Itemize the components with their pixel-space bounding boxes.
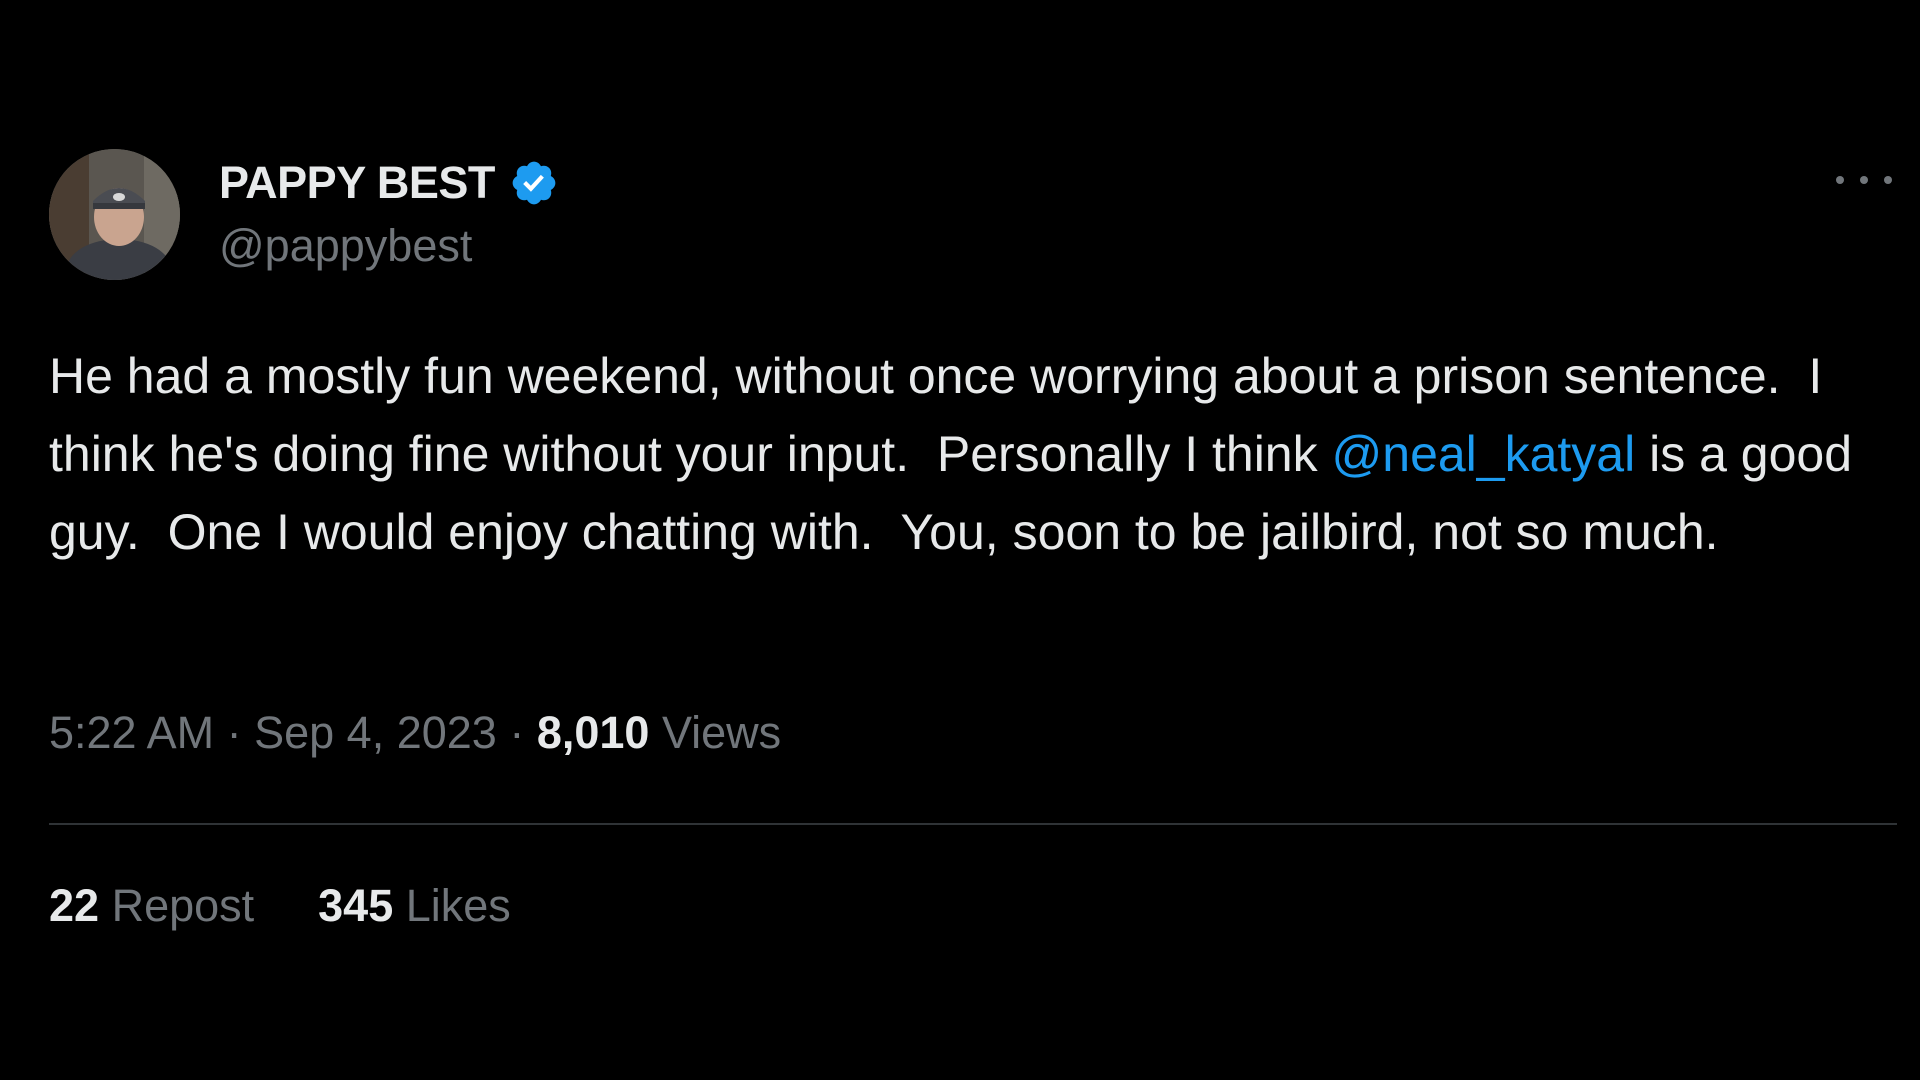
reposts-stat[interactable]: 22 Repost	[49, 880, 254, 932]
more-dot	[1836, 176, 1844, 184]
more-options-icon[interactable]	[1836, 160, 1892, 200]
avatar-photo	[49, 149, 180, 280]
reposts-count: 22	[49, 880, 100, 931]
likes-count: 345	[318, 880, 394, 931]
meta-separator: ·	[496, 707, 537, 758]
tweet-text: He had a mostly fun weekend, without onc…	[49, 337, 1889, 571]
meta-separator: ·	[214, 707, 255, 758]
tweet-time[interactable]: 5:22 AM	[49, 707, 214, 758]
author-display-name[interactable]: PAPPY BEST	[219, 157, 495, 209]
engagement-stats: 22 Repost 345 Likes	[49, 880, 511, 932]
author-handle[interactable]: @pappybest	[219, 220, 472, 272]
likes-stat[interactable]: 345 Likes	[318, 880, 511, 932]
views-label: Views	[649, 707, 782, 758]
tweet-card: PAPPY BEST @pappybest He had a mostly fu…	[0, 0, 1920, 1080]
avatar[interactable]	[49, 149, 180, 280]
reposts-label: Repost	[99, 880, 255, 931]
tweet-date[interactable]: Sep 4, 2023	[254, 707, 497, 758]
tweet-meta: 5:22 AM · Sep 4, 2023 · 8,010 Views	[49, 707, 781, 759]
likes-label: Likes	[393, 880, 511, 931]
views-count: 8,010	[536, 707, 650, 758]
mention-link[interactable]: @neal_katyal	[1332, 426, 1636, 482]
more-dot	[1860, 176, 1868, 184]
verified-badge-icon[interactable]	[509, 158, 559, 208]
divider	[49, 823, 1897, 825]
more-dot	[1884, 176, 1892, 184]
author-name-row: PAPPY BEST	[219, 155, 559, 211]
